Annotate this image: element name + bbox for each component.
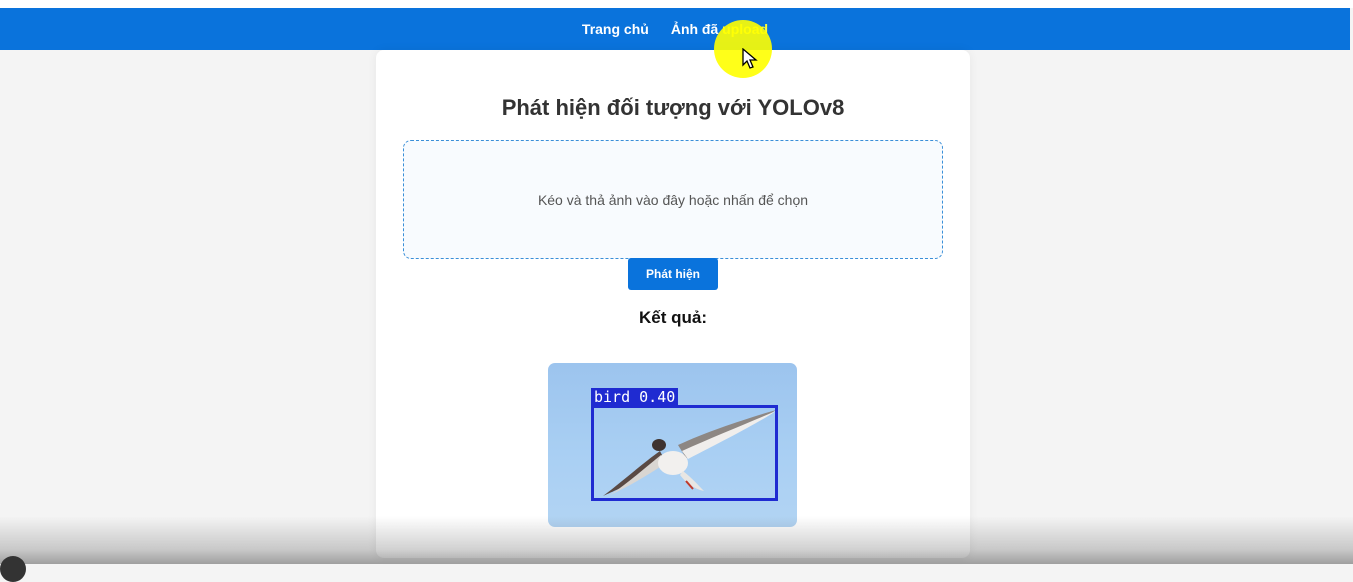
image-dropzone[interactable]: Kéo và thả ảnh vào đây hoặc nhấn để chọn bbox=[403, 140, 943, 259]
mouse-pointer-icon bbox=[742, 48, 758, 69]
nav-link-uploaded-prefix: Ảnh đã bbox=[670, 21, 723, 37]
result-heading: Kết quả: bbox=[639, 308, 707, 327]
result-image: bird 0.40 bbox=[548, 363, 797, 527]
nav-link-home[interactable]: Trang chủ bbox=[582, 21, 649, 37]
main-card: Phát hiện đối tượng với YOLOv8 Kéo và th… bbox=[376, 50, 970, 558]
detection-label: bird 0.40 bbox=[591, 388, 679, 407]
top-edge bbox=[0, 0, 1353, 8]
page-title: Phát hiện đối tượng với YOLOv8 bbox=[501, 95, 845, 120]
dropzone-text: Kéo và thả ảnh vào đây hoặc nhấn để chọn bbox=[537, 191, 809, 208]
corner-control-icon bbox=[0, 556, 26, 582]
detect-button[interactable]: Phát hiện bbox=[628, 258, 718, 290]
navbar: Trang chủ Ảnh đã upload bbox=[0, 8, 1350, 50]
detection-bounding-box bbox=[591, 405, 778, 501]
